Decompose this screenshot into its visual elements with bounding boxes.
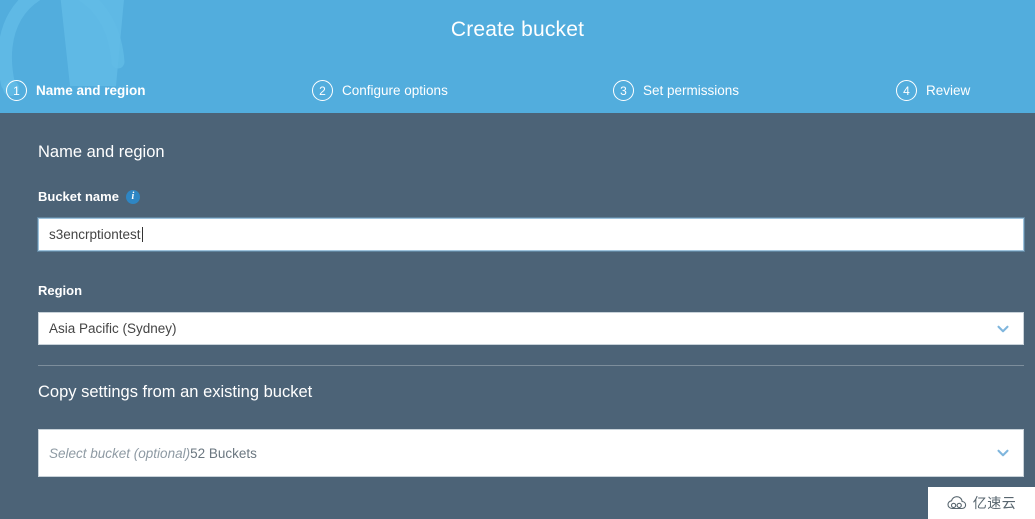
section-title-copy-settings: Copy settings from an existing bucket (38, 383, 313, 401)
copy-settings-placeholder-text: Select bucket (optional) (49, 445, 191, 461)
copy-settings-placeholder: Select bucket (optional)52 Buckets (49, 446, 995, 461)
step-number-4: 4 (896, 79, 917, 101)
chevron-down-icon (997, 449, 1009, 457)
region-label: Region (38, 283, 82, 298)
step-indicator: 1 Name and region 2 Configure options 3 … (0, 74, 1035, 106)
copy-settings-bucket-select[interactable]: Select bucket (optional)52 Buckets (38, 429, 1024, 477)
bucket-name-label: Bucket name i (38, 189, 140, 204)
step-label-1: Name and region (36, 82, 146, 98)
step-set-permissions[interactable]: 3 Set permissions (613, 74, 739, 106)
create-bucket-dialog: Create bucket 1 Name and region 2 Config… (0, 0, 1035, 519)
chevron-down-icon (997, 325, 1009, 332)
step-number-2: 2 (312, 79, 333, 101)
copy-settings-bucket-count: 52 Buckets (190, 445, 257, 461)
dialog-header: Create bucket 1 Name and region 2 Config… (0, 0, 1035, 113)
dialog-body: Name and region Bucket name i s3encrptio… (0, 113, 1035, 519)
text-caret (141, 227, 143, 242)
step-label-2: Configure options (342, 82, 448, 98)
info-icon[interactable]: i (125, 189, 140, 204)
region-label-text: Region (38, 283, 83, 298)
section-divider (38, 365, 1024, 366)
page-title: Create bucket (450, 18, 585, 41)
watermark-text: 亿速云 (972, 496, 1017, 512)
step-configure-options[interactable]: 2 Configure options (312, 74, 448, 106)
cloud-icon (947, 496, 966, 510)
region-selected-value: Asia Pacific (Sydney) (49, 321, 177, 336)
region-select[interactable]: Asia Pacific (Sydney) (38, 312, 1024, 345)
watermark-badge: 亿速云 (928, 487, 1035, 519)
step-name-and-region[interactable]: 1 Name and region (6, 74, 146, 106)
section-title-name-and-region: Name and region (38, 143, 165, 161)
step-label-3: Set permissions (643, 82, 740, 98)
bucket-name-input[interactable]: s3encrptiontest (38, 218, 1024, 251)
step-review[interactable]: 4 Review (896, 74, 970, 106)
step-number-3: 3 (613, 79, 634, 101)
bucket-name-label-text: Bucket name (38, 189, 119, 204)
step-label-4: Review (926, 82, 971, 98)
bucket-name-value: s3encrptiontest (49, 227, 141, 242)
step-number-1: 1 (6, 79, 27, 101)
